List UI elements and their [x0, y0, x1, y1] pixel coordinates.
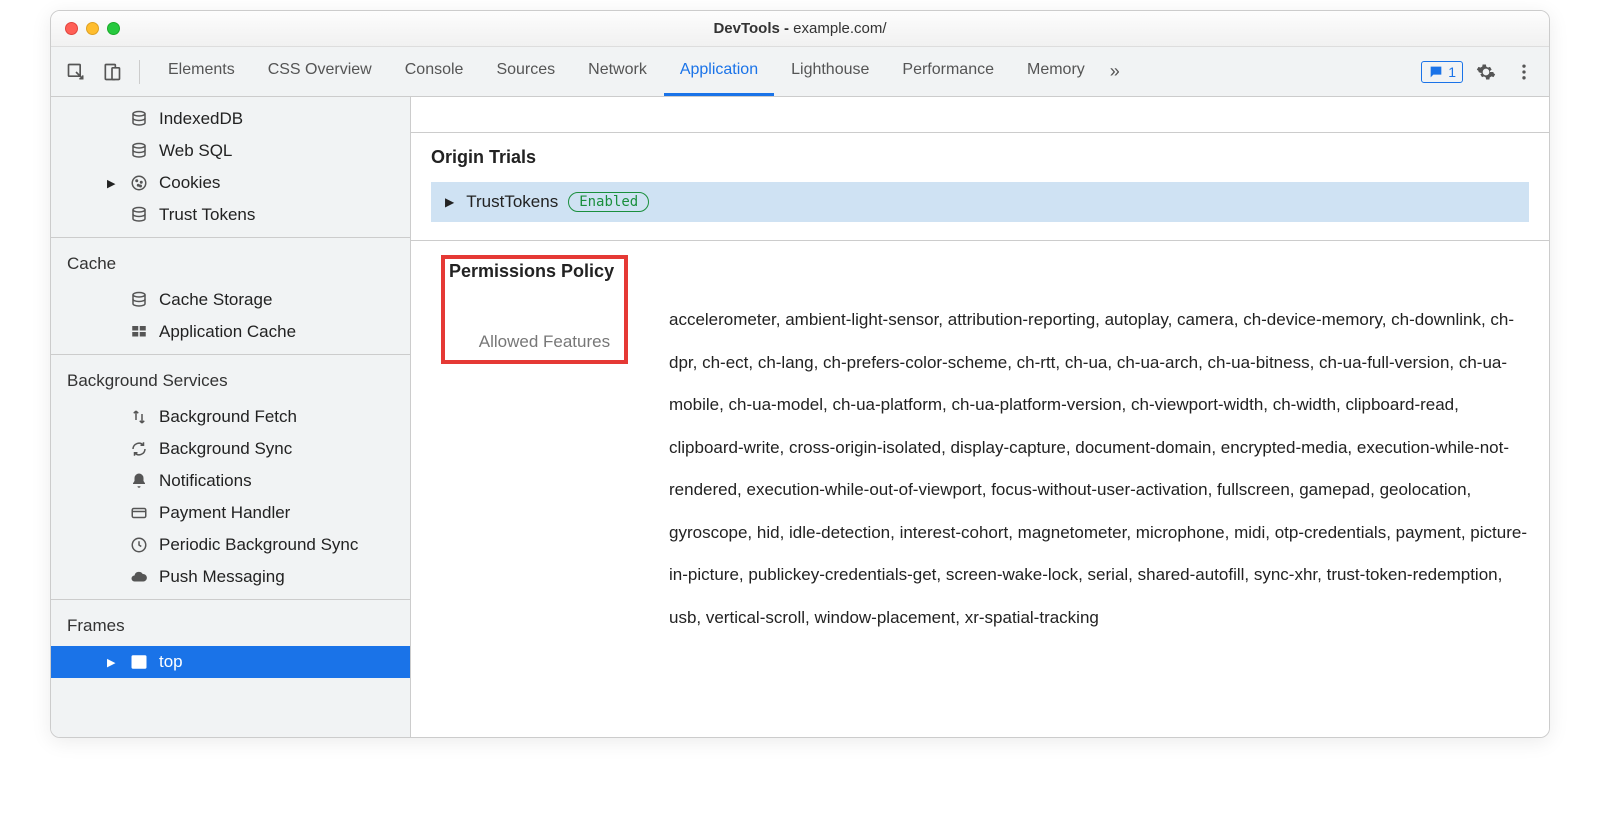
window-icon: [129, 652, 149, 672]
inspect-element-icon[interactable]: [61, 57, 91, 87]
tab-elements[interactable]: Elements: [152, 47, 251, 96]
sidebar-item-indexeddb[interactable]: IndexedDB: [51, 103, 410, 135]
panel-body: IndexedDB Web SQL ▶ Cookies: [51, 97, 1549, 737]
sidebar-group-storage: IndexedDB Web SQL ▶ Cookies: [51, 97, 410, 238]
disclosure-triangle-icon[interactable]: ▶: [107, 656, 115, 669]
sidebar-item-label: Payment Handler: [159, 503, 290, 523]
sidebar-item-bg-sync[interactable]: Background Sync: [51, 433, 410, 465]
sidebar-group-bgservices: Background Services Background Fetch Bac…: [51, 355, 410, 600]
sidebar-header-bgservices: Background Services: [51, 361, 410, 401]
clock-icon: [129, 535, 149, 555]
sidebar-item-cookies[interactable]: ▶ Cookies: [51, 167, 410, 199]
panel-tabs: Elements CSS Overview Console Sources Ne…: [152, 47, 1415, 96]
kebab-menu-icon[interactable]: [1509, 57, 1539, 87]
sidebar-item-label: Web SQL: [159, 141, 232, 161]
origin-trial-row[interactable]: ▶ TrustTokens Enabled: [431, 182, 1529, 222]
sidebar-item-label: IndexedDB: [159, 109, 243, 129]
message-icon: [1428, 64, 1444, 80]
application-content: Origin Trials ▶ TrustTokens Enabled Perm…: [411, 97, 1549, 737]
disclosure-triangle-icon[interactable]: ▶: [107, 177, 115, 190]
tab-css-overview[interactable]: CSS Overview: [252, 47, 388, 96]
titlebar: DevTools - example.com/: [51, 11, 1549, 47]
device-toggle-icon[interactable]: [97, 57, 127, 87]
sidebar-item-push-messaging[interactable]: Push Messaging: [51, 561, 410, 593]
toolbar: Elements CSS Overview Console Sources Ne…: [51, 47, 1549, 97]
tab-application[interactable]: Application: [664, 47, 774, 96]
tab-network[interactable]: Network: [572, 47, 663, 96]
sidebar-header-cache: Cache: [51, 244, 410, 284]
sidebar-item-websql[interactable]: Web SQL: [51, 135, 410, 167]
sidebar-item-label: top: [159, 652, 183, 672]
application-sidebar: IndexedDB Web SQL ▶ Cookies: [51, 97, 411, 737]
sidebar-item-periodic-sync[interactable]: Periodic Background Sync: [51, 529, 410, 561]
messages-badge[interactable]: 1: [1421, 61, 1463, 83]
sidebar-item-bg-fetch[interactable]: Background Fetch: [51, 401, 410, 433]
permissions-policy-title: Permissions Policy: [445, 259, 614, 282]
sidebar-item-label: Background Sync: [159, 439, 292, 459]
updown-icon: [129, 407, 149, 427]
sidebar-item-label: Trust Tokens: [159, 205, 255, 225]
sidebar-item-application-cache[interactable]: Application Cache: [51, 316, 410, 348]
grid-icon: [129, 322, 149, 342]
sidebar-item-label: Cookies: [159, 173, 220, 193]
card-icon: [129, 503, 149, 523]
disclosure-triangle-icon[interactable]: ▶: [445, 195, 454, 209]
tab-console[interactable]: Console: [389, 47, 480, 96]
sidebar-item-cache-storage[interactable]: Cache Storage: [51, 284, 410, 316]
origin-trial-name: TrustTokens: [466, 192, 558, 212]
origin-trials-section: Origin Trials ▶ TrustTokens Enabled: [411, 133, 1549, 241]
sidebar-item-payment-handler[interactable]: Payment Handler: [51, 497, 410, 529]
allowed-features-list: accelerometer, ambient-light-sensor, att…: [669, 255, 1529, 639]
sidebar-item-label: Notifications: [159, 471, 252, 491]
message-count: 1: [1448, 64, 1456, 80]
sync-icon: [129, 439, 149, 459]
cookie-icon: [129, 173, 149, 193]
devtools-window: DevTools - example.com/ Elements CSS Ove…: [50, 10, 1550, 738]
database-icon: [129, 141, 149, 161]
sidebar-header-frames: Frames: [51, 606, 410, 646]
tab-performance[interactable]: Performance: [886, 47, 1010, 96]
allowed-features-label: Allowed Features: [445, 332, 610, 352]
permissions-policy-label-col: Permissions Policy Allowed Features: [431, 255, 651, 364]
toolbar-divider: [139, 60, 140, 84]
origin-trial-status-badge: Enabled: [568, 192, 649, 212]
bell-icon: [129, 471, 149, 491]
content-top-spacer: [411, 97, 1549, 133]
database-icon: [129, 205, 149, 225]
sidebar-group-cache: Cache Cache Storage Application Cache: [51, 238, 410, 355]
sidebar-item-trusttokens[interactable]: Trust Tokens: [51, 199, 410, 231]
sidebar-group-frames: Frames ▶ top: [51, 600, 410, 684]
settings-icon[interactable]: [1471, 57, 1501, 87]
permissions-policy-section: Permissions Policy Allowed Features acce…: [411, 241, 1549, 659]
close-window-button[interactable]: [65, 22, 78, 35]
sidebar-item-label: Background Fetch: [159, 407, 297, 427]
sidebar-item-label: Periodic Background Sync: [159, 535, 358, 555]
sidebar-item-label: Application Cache: [159, 322, 296, 342]
tab-sources[interactable]: Sources: [480, 47, 571, 96]
minimize-window-button[interactable]: [86, 22, 99, 35]
database-icon: [129, 109, 149, 129]
more-tabs-icon[interactable]: »: [1102, 61, 1128, 82]
window-controls: [51, 22, 120, 35]
tab-lighthouse[interactable]: Lighthouse: [775, 47, 885, 96]
origin-trials-title: Origin Trials: [411, 133, 1549, 182]
maximize-window-button[interactable]: [107, 22, 120, 35]
sidebar-item-label: Push Messaging: [159, 567, 285, 587]
database-icon: [129, 290, 149, 310]
window-title: DevTools - example.com/: [51, 20, 1549, 37]
cloud-icon: [129, 567, 149, 587]
sidebar-item-notifications[interactable]: Notifications: [51, 465, 410, 497]
tab-memory[interactable]: Memory: [1011, 47, 1101, 96]
toolbar-right: 1: [1421, 57, 1539, 87]
highlight-annotation: Permissions Policy Allowed Features: [441, 255, 628, 364]
sidebar-item-label: Cache Storage: [159, 290, 272, 310]
sidebar-item-frame-top[interactable]: ▶ top: [51, 646, 410, 678]
